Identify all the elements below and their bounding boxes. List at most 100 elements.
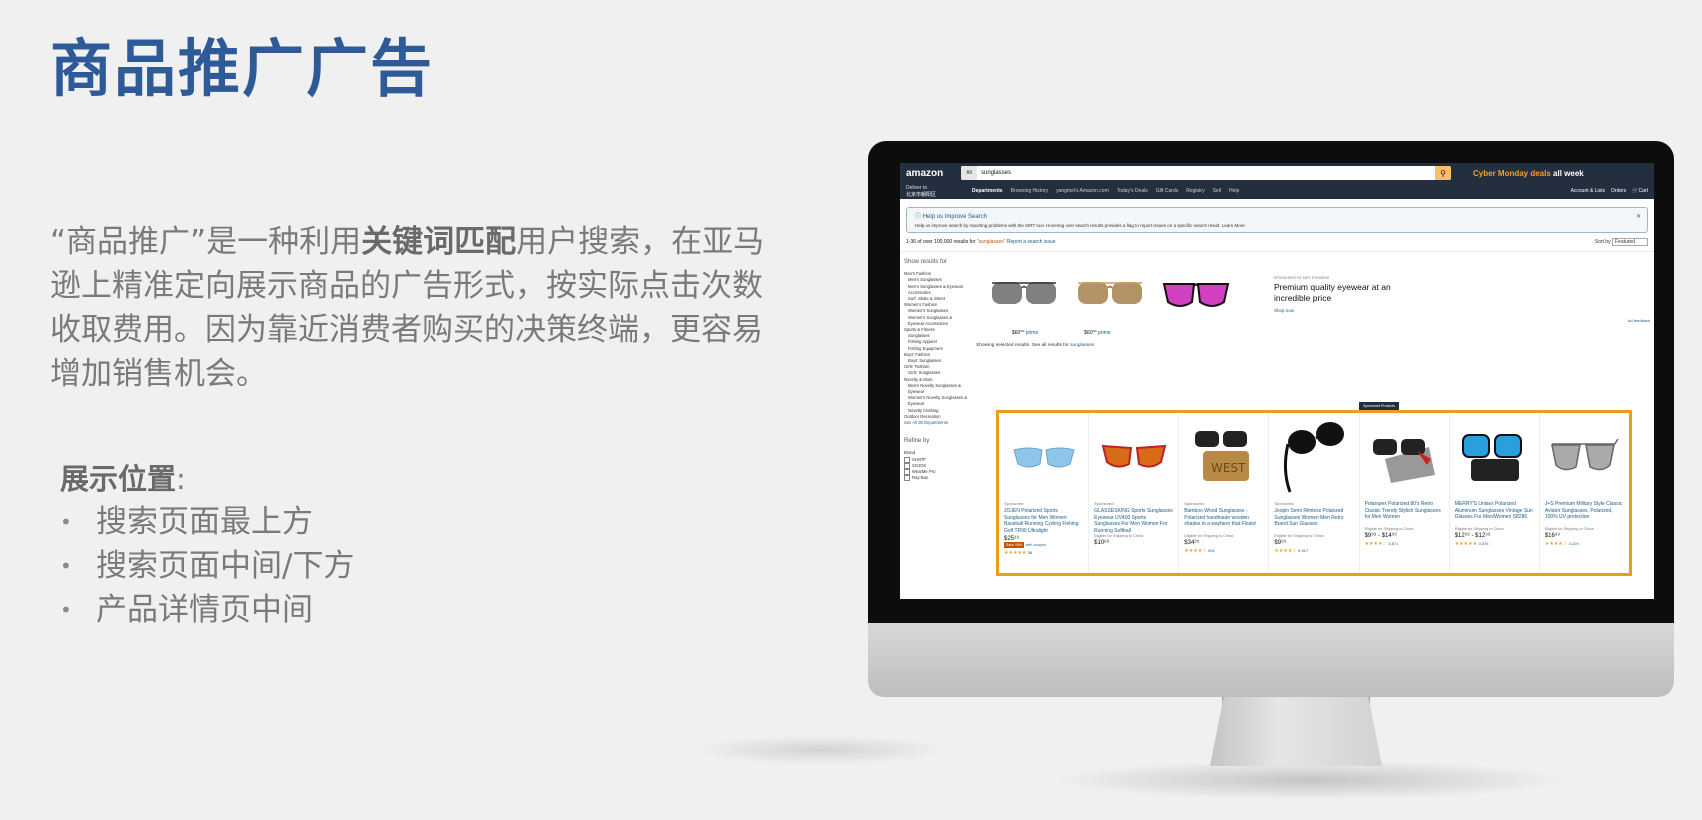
product-card[interactable]: Polarspex Polarized 80's Retro Classic T… [1360,413,1450,573]
amazon-navbar: Deliver to 北京市朝阳区 Departments Browsing Hi… [900,183,1654,199]
sunglasses-product-icon[interactable] [1076,272,1144,316]
nav-link[interactable]: yangmei's Amazon.com [1056,188,1109,194]
sunglasses-icon: WEST [1194,431,1249,481]
prime-badge: prime [1025,330,1039,336]
review-count[interactable]: 58 [1028,550,1032,555]
checkbox-icon[interactable] [904,462,910,469]
sidebar-item[interactable]: Men's Sunglasses & Eyewear Accessories [904,284,968,296]
cyber-monday-banner[interactable]: Cyber Monday deals all week [1473,169,1584,178]
brand-price: $60⁰⁰ prime [1084,330,1110,336]
product-card[interactable]: Sponsored Joopin Semi Rimless Polarized … [1269,413,1360,573]
cart-icon[interactable]: 🛒Cart [1632,188,1648,194]
review-count[interactable]: 3,871 [1388,541,1398,546]
product-title[interactable]: Bamboo Wood Sunglasses - Polarized handm… [1184,508,1263,534]
sunglasses-icon [1101,444,1167,468]
product-card[interactable]: J+S Premium Military Style Classic Aviat… [1540,413,1629,573]
account-area: Account & Lists Orders 🛒Cart [1571,188,1648,194]
product-image[interactable] [1274,417,1353,497]
positions-label: 展示位置 [60,462,177,496]
star-rating[interactable]: ★★★★★ 58 [1004,550,1083,556]
amazon-logo[interactable]: amazon [906,168,961,179]
nav-link[interactable]: Sell [1213,188,1221,194]
brand-prices: $60⁰⁰ prime $60⁰⁰ prime [976,330,1650,336]
sunglasses-icon [1012,447,1075,468]
search-input[interactable]: sunglasses [977,166,1435,180]
review-count[interactable]: 5,917 [1298,548,1308,553]
nav-link[interactable]: Registry [1186,188,1204,194]
product-title[interactable]: J+S Premium Military Style Classic Aviat… [1545,501,1624,527]
product-image[interactable] [1004,417,1083,497]
results-query: "sunglasses" [976,239,1006,245]
brand-checkbox[interactable]: Ray-Ban [904,475,968,482]
brand-headline[interactable]: Premium quality eyewear at an incredible… [1274,282,1424,304]
sidebar-item[interactable]: Men's Novelty Sunglasses & Eyewear [904,383,968,395]
deal-badge: Save 15% [1004,542,1024,548]
shipping-note: Eligible for Shipping to China [1364,527,1414,531]
sidebar-title: Show results for [904,259,948,265]
product-card[interactable]: Sponsored JOJEN Polarized Sports Sunglas… [999,413,1090,573]
product-image[interactable] [1455,417,1534,497]
deliver-to[interactable]: Deliver to 北京市朝阳区 [906,185,964,198]
review-count[interactable]: 591 [1208,548,1215,553]
search-icon[interactable]: ⚲ [1435,166,1451,180]
product-image[interactable] [1545,417,1624,497]
star-rating[interactable]: ★★★★☆ 3,871 [1365,541,1444,547]
product-image[interactable] [1365,417,1444,497]
product-title[interactable]: JOJEN Polarized Sports Sunglasses for Me… [1004,508,1083,534]
coupon-text[interactable]: with coupon [1026,543,1046,547]
sidebar-item[interactable]: See All 39 Departments [904,420,968,426]
product-price: $16⁹⁹ [1544,533,1560,539]
sunglasses-product-icon[interactable] [1162,272,1230,316]
departments-menu[interactable]: Departments [972,188,1003,194]
search-category[interactable]: All [961,166,977,180]
report-issue-link[interactable]: Report a search issue [1007,239,1056,245]
sidebar: Show results for Men's Fashion Men's Sun… [900,252,972,486]
star-rating[interactable]: ★★★★☆ 4,229 [1545,541,1624,547]
product-title[interactable]: MERRY'S Unisex Polarized Aluminum Sungla… [1455,501,1534,527]
position-text: 搜索页面中间/下方 [96,548,355,584]
product-title[interactable]: GLASSESKING Sports Sunglasses Eyewear UV… [1094,508,1173,534]
review-count[interactable]: 4,229 [1569,541,1579,546]
product-title[interactable]: Joopin Semi Rimless Polarized Sunglasses… [1274,508,1353,534]
refine-title: Refine by [904,438,930,445]
product-image[interactable]: WEST [1184,417,1263,497]
sidebar-item[interactable]: Women's Sunglasses & Eyewear Accessories [904,315,968,327]
monitor: amazon All sunglasses ⚲ Cyber Monday dea… [868,141,1674,697]
sidebar-item[interactable]: Women's Novelty Sunglasses & Eyewear [904,395,968,407]
deal-row: Save 15% with coupon [1004,542,1083,548]
checkbox-icon[interactable] [904,469,910,476]
product-card[interactable]: MERRY'S Unisex Polarized Aluminum Sungla… [1450,413,1540,573]
product-image[interactable] [1094,417,1173,497]
shipping-note: Eligible for Shipping to China [1184,534,1234,538]
sponsored-products-badge: Sponsored Products [1359,402,1399,410]
product-price: $9⁹⁹ [1274,540,1287,546]
review-count[interactable]: 3,576 [1479,541,1489,546]
amazon-topbar: amazon All sunglasses ⚲ Cyber Monday dea… [900,163,1654,183]
nav-link[interactable]: Help [1229,188,1239,194]
sunglasses-product-icon[interactable] [990,272,1058,316]
help-improve-banner: ⓘ Help us Improve Search Help us improve… [906,207,1648,233]
star-rating[interactable]: ★★★★☆ 5,917 [1274,548,1353,554]
checkbox-icon[interactable] [904,475,910,482]
nav-link[interactable]: Browsing History [1011,188,1049,194]
product-title[interactable]: Polarspex Polarized 80's Retro Classic T… [1365,501,1444,527]
brand-shop-link[interactable]: Shop now [1274,308,1424,313]
product-card[interactable]: Sponsored GLASSESKING Sports Sunglasses … [1089,413,1180,573]
close-icon[interactable]: ✕ [1636,213,1641,220]
star-rating[interactable]: ★★★★★ 3,576 [1455,541,1534,547]
sponsored-label: Sponsored [1274,501,1294,506]
checkbox-icon[interactable] [904,456,910,463]
monitor-chin [868,623,1674,697]
showing-link[interactable]: sunglasses [1070,343,1094,348]
ad-feedback[interactable]: Ad feedback [976,318,1650,323]
results-text: 1-36 of over 100,000 results for [906,239,976,245]
product-card[interactable]: WEST Sponsored Bamboo Wood Sunglasses - … [1179,413,1270,573]
star-rating[interactable]: ★★★★☆ 591 [1184,548,1263,554]
sort-dropdown[interactable]: Sort by Featured [1595,238,1648,246]
sponsored-products-highlight: Sponsored JOJEN Polarized Sports Sunglas… [996,410,1632,576]
nav-link[interactable]: Today's Deals [1117,188,1148,194]
sunglasses-icon [1373,439,1436,483]
account-lists[interactable]: Account & Lists [1571,188,1605,194]
nav-link[interactable]: Gift Cards [1156,188,1179,194]
orders-link[interactable]: Orders [1611,188,1626,194]
